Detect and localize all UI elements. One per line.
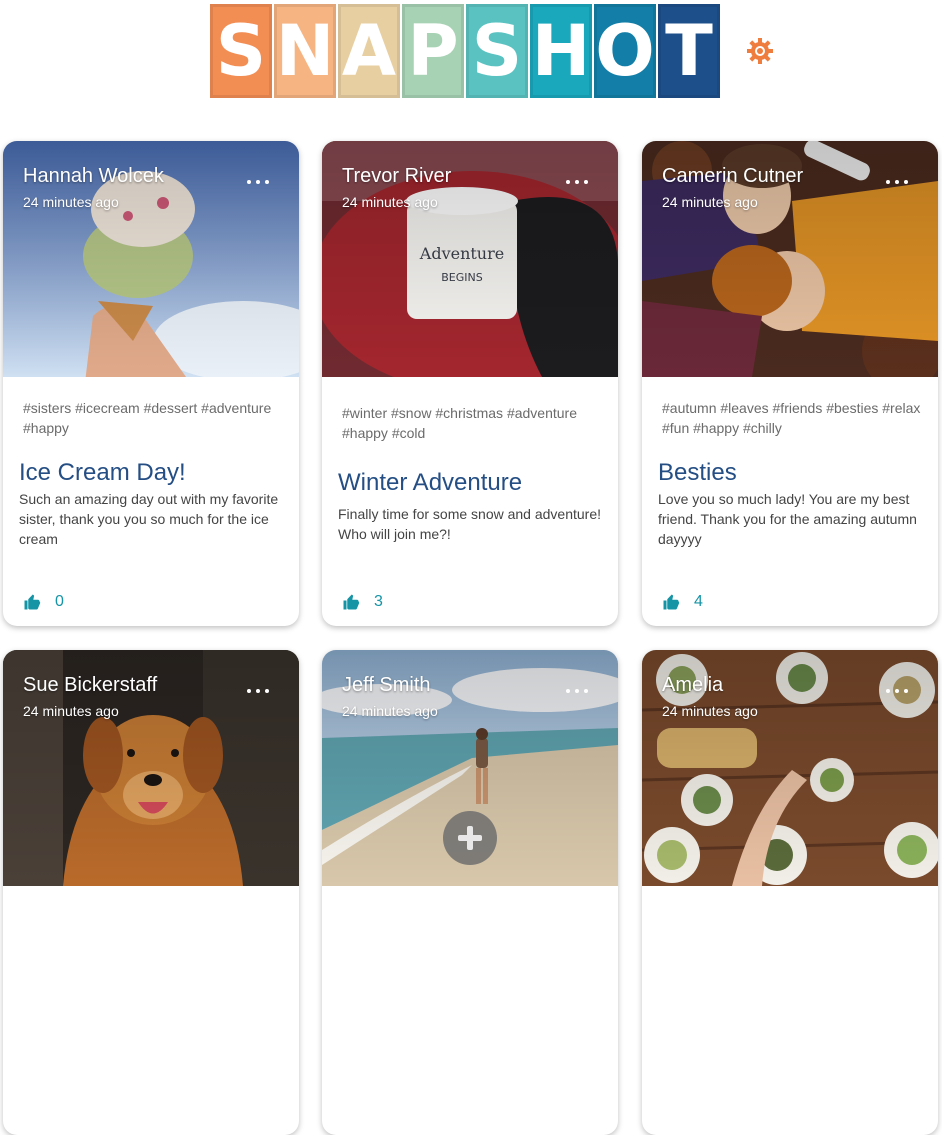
logo-letter: S xyxy=(466,4,528,98)
gear-icon[interactable] xyxy=(746,37,774,65)
post-title: Ice Cream Day! xyxy=(19,459,186,486)
logo-letter: A xyxy=(338,4,400,98)
post-card[interactable]: Hannah Wolcek 24 minutes ago #sisters #i… xyxy=(3,141,299,626)
more-options-button[interactable] xyxy=(566,175,588,189)
post-time: 24 minutes ago xyxy=(662,703,758,719)
like-button[interactable]: 0 xyxy=(23,593,64,611)
thumb-up-icon xyxy=(663,594,680,610)
post-tags: #winter #snow #christmas #adventure #hap… xyxy=(342,405,578,441)
post-author: Sue Bickerstaff xyxy=(23,674,158,696)
more-options-button[interactable] xyxy=(886,175,908,189)
post-time: 24 minutes ago xyxy=(23,703,119,719)
post-title: Winter Adventure xyxy=(338,469,523,496)
like-count: 3 xyxy=(374,593,383,610)
plus-icon xyxy=(458,826,482,850)
logo-letter: S xyxy=(210,4,272,98)
like-count: 4 xyxy=(694,593,703,610)
post-card[interactable]: Sue Bickerstaff 24 minutes ago xyxy=(3,650,299,1135)
post-message: Such an amazing day out with my favorite… xyxy=(19,491,279,547)
more-options-button[interactable] xyxy=(886,684,908,698)
like-count: 0 xyxy=(55,593,64,610)
post-author: Camerin Cutner xyxy=(662,165,804,187)
post-title: Besties xyxy=(658,459,737,486)
post-author: Jeff Smith xyxy=(342,674,431,696)
post-tags: #sisters #icecream #dessert #adventure #… xyxy=(23,400,272,436)
post-author: Trevor River xyxy=(342,165,452,187)
post-card[interactable]: Jeff Smith 24 minutes ago xyxy=(322,650,618,1135)
like-button[interactable]: 4 xyxy=(662,593,703,611)
post-message: Finally time for some snow and adventure… xyxy=(338,506,602,542)
logo-letter: T xyxy=(658,4,720,98)
post-card[interactable]: Camerin Cutner 24 minutes ago #autumn #l… xyxy=(642,141,938,626)
logo-letter: P xyxy=(402,4,464,98)
post-author: Amelia xyxy=(662,674,724,696)
add-post-button[interactable] xyxy=(443,811,497,865)
thumb-up-icon xyxy=(343,594,360,610)
like-button[interactable]: 3 xyxy=(342,593,383,611)
logo-letter: H xyxy=(530,4,592,98)
post-time: 24 minutes ago xyxy=(342,194,438,210)
logo-letter: N xyxy=(274,4,336,98)
post-time: 24 minutes ago xyxy=(23,194,119,210)
post-card[interactable]: Adventure BEGINS Trevor River 24 minutes… xyxy=(322,141,618,626)
thumb-up-icon xyxy=(24,594,41,610)
post-message: Love you so much lady! You are my best f… xyxy=(658,491,917,547)
more-options-button[interactable] xyxy=(247,175,269,189)
snapshot-logo: S N A P S H O T xyxy=(210,4,720,99)
post-card[interactable]: Amelia 24 minutes ago xyxy=(642,650,938,1135)
more-options-button[interactable] xyxy=(247,684,269,698)
more-options-button[interactable] xyxy=(566,684,588,698)
post-author: Hannah Wolcek xyxy=(23,165,164,187)
logo-letter: O xyxy=(594,4,656,98)
post-time: 24 minutes ago xyxy=(662,194,758,210)
post-time: 24 minutes ago xyxy=(342,703,438,719)
post-tags: #autumn #leaves #friends #besties #relax… xyxy=(662,400,921,436)
